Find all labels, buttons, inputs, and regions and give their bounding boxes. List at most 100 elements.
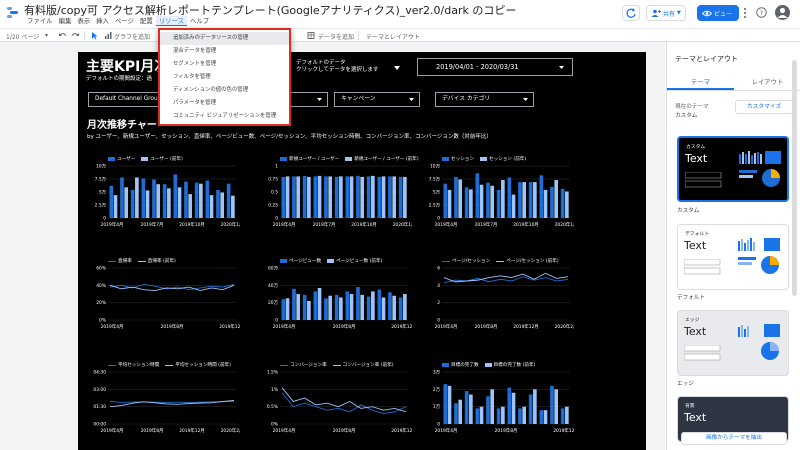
chart-goal-completions[interactable]: 目標の完了数 目標の完了数 (前年) 3万 2万 1万 0 2019年4月 2019年8月 20… [424,362,574,442]
chart-sessions[interactable]: セッション セッション (前年) 10万 7.5万 5万 2.5万 0 2019年4月 2019… [424,156,574,236]
editor-toolbar: 1/20 ページ ▾ グラフを追加 ▾ データを追加 テーマとレイアウト [0,28,800,42]
page-title[interactable]: 主要KPI月次 [86,56,168,76]
theme-card-edge[interactable]: エッジ Text [677,310,789,376]
chart-conversion-rate[interactable]: コンバージョン率 コンバージョン率 (前年) 1.5% 1% 0.5% 0% 2019年4月… [262,362,412,442]
chevron-down-icon [409,98,414,101]
bar [162,184,167,218]
data-source-label: デフォルトのデータ [296,60,346,66]
menu-help[interactable]: ヘルプ [187,16,212,26]
extract-theme-from-image-button[interactable]: 画像からテーマを抽出 [681,432,787,445]
bar [145,190,150,218]
theme-layout-button[interactable]: テーマとレイアウト [366,32,420,41]
bar [528,394,533,424]
page-chevron-icon[interactable]: ▾ [45,32,48,39]
share-button[interactable]: 共有 ▼ [646,5,686,21]
menu-view[interactable]: 表示 [74,16,93,26]
chart-pageviews[interactable]: ページビュー数 ページビュー数 (前年) 60万 40万 20万 0 2019年4月 2019… [262,258,412,338]
bar [464,187,469,218]
filter-device-category[interactable]: デバイス カテゴリ [435,92,534,107]
help-icon[interactable]: ? [756,7,767,18]
series-line [281,387,407,413]
add-data-icon[interactable] [307,31,316,40]
menu-insert[interactable]: 挿入 [93,16,112,26]
x-tick-label: 2020年1月 [221,221,240,228]
y-tick-label: 04:30 [93,370,106,376]
x-tick-label: 2019年7月 [313,221,336,228]
section-subtitle[interactable]: by ユーザー、新規ユーザー、セッション、直帰率、ページビュー数、ページ/セッシ… [87,132,492,140]
theme-preview-fields [685,172,722,188]
theme-preview-charts [738,238,780,274]
x-tick-label: 2019年4月 [273,221,296,228]
menu-item-manage-community-viz[interactable]: コミュニティ ビジュアリゼーションを管理 [160,110,289,123]
avatar[interactable] [775,5,790,20]
y-tick-label: 0 [103,216,106,222]
x-tick-label: 2019年8月 [333,323,356,330]
series-line [443,276,569,284]
tab-theme[interactable]: テーマ [667,76,734,90]
bar [560,408,565,424]
menu-edit[interactable]: 編集 [56,16,75,26]
bar [302,294,307,320]
menu-item-manage-blends[interactable]: 混合データを管理 [160,45,289,58]
redo-icon[interactable] [71,31,80,40]
x-tick-label: 2020年2月 [221,427,240,434]
x-tick-label: 2020年1月 [555,221,574,228]
y-tick-label: 10万 [430,164,441,170]
refresh-button[interactable] [622,5,640,21]
period-note[interactable]: デフォルトの期間設定：過 [86,74,152,82]
share-label: 共有 [663,10,676,18]
undo-icon[interactable] [58,31,67,40]
add-chart-icon[interactable] [104,31,113,40]
filter-campaign[interactable]: キャンペーン [334,92,420,107]
bar [285,176,290,218]
menu-file[interactable]: ファイル [24,16,56,26]
more-vert-icon[interactable] [741,7,749,19]
theme-card-heading: 背景 [685,404,695,409]
chart-users[interactable]: ユーザー ユーザー (前年) 10万 7.5万 5万 2.5万 0 2019年4月 2019年7… [90,156,240,236]
add-data-button[interactable]: データを追加 [318,32,354,41]
bar [511,194,516,218]
chart-avg-session-duration[interactable]: 平均セッション時間 平均セッション時間 (前年) 04:30 03:00 01:30 00… [90,362,240,442]
add-chart-button[interactable]: グラフを追加 [114,32,150,41]
menu-page[interactable]: ページ [112,16,137,26]
menu-arrange[interactable]: 配置 [137,16,156,26]
date-range-control[interactable]: 2019/04/01 - 2020/03/31 [417,58,573,76]
menu-item-manage-filters[interactable]: フィルタを管理 [160,71,289,84]
page-indicator[interactable]: 1/20 ページ [6,32,39,41]
bar [296,294,301,320]
data-source-control[interactable]: デフォルトのデータ クリックしてデータを選択します [296,60,378,74]
cursor-icon[interactable] [90,31,99,40]
theme-card-default[interactable]: デフォルト Text [677,224,789,290]
bar [501,180,505,218]
menu-item-manage-data-sources[interactable]: 追加済みのデータソースの管理 [160,32,289,45]
bar [317,287,322,320]
chart-new-user-ratio[interactable]: 新規ユーザー / ユーザー 新規ユーザー / ユーザー (前年) 1 0.75 0.5 0… [262,156,419,236]
chart-plot: 60万 40万 20万 02019年4月 2019年8月 2019年12月 [268,266,412,331]
chart-bounce-rate[interactable]: 直帰率 直帰率 (前年) 60% 40% 20% 0% 2019年4月 2019年8月 2019… [90,258,240,338]
chart-pages-per-session[interactable]: ページ/セッション ページ/セッション (前年) 6 4 2 0 2019年4月 2019年8… [424,258,574,338]
menu-item-manage-segments[interactable]: セグメントを管理 [160,58,289,71]
bar [313,176,318,218]
menu-item-manage-dimension-colors[interactable]: ディメンションの値の色の管理 [160,84,289,97]
filter-label: Default Channel Grou [95,96,158,102]
view-button[interactable]: ビュー [697,5,739,21]
bar [554,180,559,218]
tab-layout[interactable]: レイアウト [734,76,800,90]
bar [475,173,480,218]
bar [443,183,448,218]
menu-item-manage-parameters[interactable]: パラメータを管理 [160,97,289,110]
theme-card-custom[interactable]: カスタム Text [677,136,789,202]
data-source-chevron-icon[interactable] [394,66,400,70]
bar [366,176,371,218]
customize-button[interactable]: カスタマイズ [735,100,793,114]
theme-card-heading: エッジ [685,318,700,323]
data-studio-logo[interactable] [6,5,20,19]
y-tick-label: 40% [96,283,106,289]
resource-menu-dropdown: 追加済みのデータソースの管理 混合データを管理 セグメントを管理 フィルタを管理… [158,28,291,126]
theme-preview-charts [739,151,781,187]
section-title[interactable]: 月次推移チャー [87,116,157,131]
bar [226,183,231,218]
panel-scrollbar[interactable] [792,60,797,296]
menu-resource[interactable]: リソース [155,16,187,26]
bar [398,297,403,320]
